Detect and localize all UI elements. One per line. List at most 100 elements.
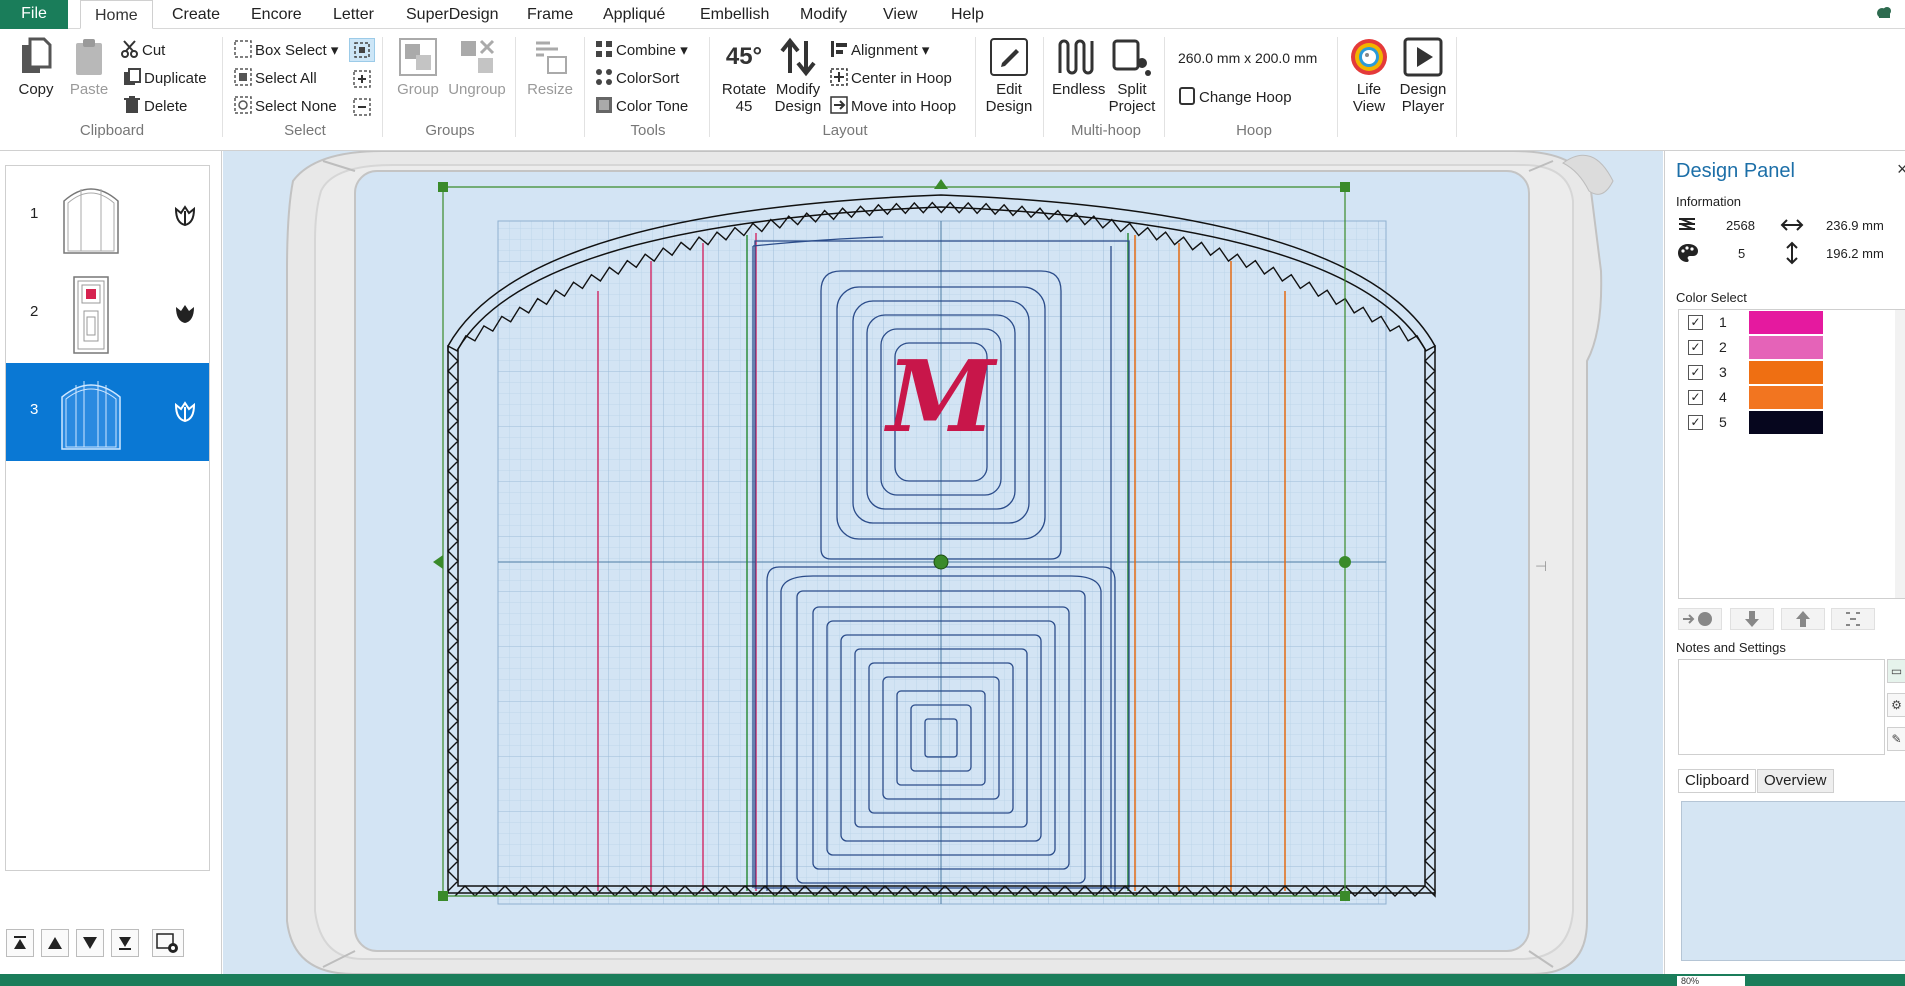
color-change-button[interactable] — [1678, 608, 1722, 630]
edit-design-button[interactable]: Edit Design — [982, 37, 1036, 115]
color-row[interactable]: ✓ 5 — [1679, 410, 1899, 435]
tab-overview[interactable]: Overview — [1757, 769, 1834, 793]
select-none-button[interactable]: Select None — [234, 96, 337, 115]
change-hoop-button[interactable]: Change Hoop — [1178, 87, 1292, 106]
color-row[interactable]: ✓ 4 — [1679, 385, 1899, 410]
move-up-button[interactable] — [41, 929, 69, 957]
hoop-size: 260.0 mm x 200.0 mm — [1178, 50, 1318, 66]
cut-button[interactable]: Cut — [121, 40, 165, 59]
notes-icon[interactable]: ▭ — [1887, 659, 1905, 683]
copy-icon — [22, 37, 52, 73]
minus-box-icon — [353, 98, 371, 116]
layer-settings-button[interactable] — [152, 929, 184, 957]
tab-frame[interactable]: Frame — [527, 0, 573, 29]
plus-box-icon — [353, 70, 371, 88]
layer-item[interactable]: 1 — [6, 167, 209, 265]
combine-button[interactable]: Combine ▾ — [595, 40, 688, 59]
group-button[interactable]: Group — [393, 37, 443, 98]
embroidery-workspace[interactable]: ⊣ M — [223, 151, 1663, 974]
color-swatch[interactable] — [1749, 336, 1823, 359]
tab-clipboard[interactable]: Clipboard — [1678, 769, 1757, 793]
tab-create[interactable]: Create — [172, 0, 220, 29]
tab-superdesign[interactable]: SuperDesign — [406, 0, 499, 29]
cloud-icon[interactable] — [1875, 4, 1893, 22]
color-tone-button[interactable]: Color Tone — [595, 96, 688, 115]
color-number: 3 — [1719, 364, 1727, 380]
color-swatch[interactable] — [1749, 411, 1823, 434]
alignment-button[interactable]: Alignment ▾ — [830, 40, 929, 59]
file-menu[interactable]: File — [0, 0, 68, 29]
color-swatch[interactable] — [1749, 311, 1823, 334]
tab-applique[interactable]: Appliqué — [603, 0, 665, 29]
tab-letter[interactable]: Letter — [333, 0, 374, 29]
box-select-icon — [234, 40, 252, 58]
height-arrow-icon — [1786, 241, 1798, 265]
color-swatch[interactable] — [1749, 361, 1823, 384]
paste-button[interactable]: Paste — [68, 37, 110, 98]
close-icon[interactable]: × — [1897, 159, 1905, 180]
resize-handle-top-left[interactable] — [438, 182, 448, 192]
color-checkbox[interactable]: ✓ — [1688, 315, 1703, 330]
move-into-hoop-button[interactable]: Move into Hoop — [830, 96, 956, 115]
color-checkbox[interactable]: ✓ — [1688, 415, 1703, 430]
duplicate-button[interactable]: Duplicate — [123, 68, 207, 87]
tab-view[interactable]: View — [883, 0, 917, 29]
layer-item[interactable]: 2 — [6, 265, 209, 363]
move-down-button[interactable] — [76, 929, 104, 957]
trash-icon — [124, 96, 140, 113]
resize-button[interactable]: Resize — [525, 37, 575, 98]
move-color-down-button[interactable] — [1730, 608, 1774, 630]
box-select-button[interactable]: Box Select ▾ — [234, 40, 338, 59]
settings-gear-icon[interactable]: ⚙ — [1887, 693, 1905, 717]
notes-textarea[interactable] — [1678, 659, 1885, 755]
rotate-center-handle[interactable] — [933, 554, 949, 570]
tab-embellish[interactable]: Embellish — [700, 0, 769, 29]
life-view-button[interactable]: Life View — [1346, 37, 1392, 115]
resize-handle-top-right[interactable] — [1340, 182, 1350, 192]
copy-button[interactable]: Copy — [14, 37, 58, 98]
color-options-button[interactable] — [1831, 608, 1875, 630]
group-icon — [399, 38, 437, 76]
remove-from-selection-button[interactable] — [351, 96, 373, 118]
colorsort-button[interactable]: ColorSort — [595, 68, 679, 87]
ungroup-button[interactable]: Ungroup — [447, 37, 507, 98]
split-project-button[interactable]: Split Project — [1106, 37, 1158, 115]
layer-item-selected[interactable]: 3 — [6, 363, 209, 461]
tulip-outline-icon[interactable] — [172, 399, 198, 425]
design-canvas[interactable]: ⊣ M — [223, 151, 1663, 974]
resize-handle-bottom-right[interactable] — [1340, 891, 1350, 901]
tab-modify[interactable]: Modify — [800, 0, 847, 29]
center-in-hoop-button[interactable]: Center in Hoop — [830, 68, 952, 87]
player-label-1: Design — [1399, 81, 1447, 98]
move-to-top-button[interactable] — [6, 929, 34, 957]
life-view-label-2: View — [1352, 98, 1386, 115]
color-checkbox[interactable]: ✓ — [1688, 390, 1703, 405]
delete-button[interactable]: Delete — [123, 96, 187, 115]
tab-encore[interactable]: Encore — [251, 0, 302, 29]
color-checkbox[interactable]: ✓ — [1688, 365, 1703, 380]
select-none-label: Select None — [255, 98, 337, 115]
color-checkbox[interactable]: ✓ — [1688, 340, 1703, 355]
select-all-button[interactable]: Select All — [234, 68, 317, 87]
tab-home[interactable]: Home — [80, 0, 153, 29]
move-color-up-button[interactable] — [1781, 608, 1825, 630]
lasso-select-button[interactable] — [349, 38, 375, 62]
color-row[interactable]: ✓ 3 — [1679, 360, 1899, 385]
color-list-scrollbar[interactable] — [1895, 310, 1905, 598]
add-to-selection-button[interactable] — [351, 68, 373, 90]
color-row[interactable]: ✓ 1 — [1679, 310, 1899, 335]
endless-button[interactable]: Endless — [1052, 37, 1105, 98]
color-swatch[interactable] — [1749, 386, 1823, 409]
modify-design-button[interactable]: Modify Design — [770, 37, 826, 115]
tulip-icon[interactable] — [172, 301, 198, 327]
move-to-bottom-button[interactable] — [111, 929, 139, 957]
resize-handle-right[interactable] — [1339, 556, 1351, 568]
tulip-outline-icon[interactable] — [172, 203, 198, 229]
rotate-45-button[interactable]: 45° Rotate 45 — [718, 37, 770, 115]
resize-handle-bottom-left[interactable] — [438, 891, 448, 901]
edit-pencil-icon[interactable]: ✎ — [1887, 727, 1905, 751]
zoom-level[interactable]: 80% — [1677, 976, 1745, 986]
color-row[interactable]: ✓ 2 — [1679, 335, 1899, 360]
tab-help[interactable]: Help — [951, 0, 984, 29]
design-player-button[interactable]: Design Player — [1396, 37, 1450, 115]
